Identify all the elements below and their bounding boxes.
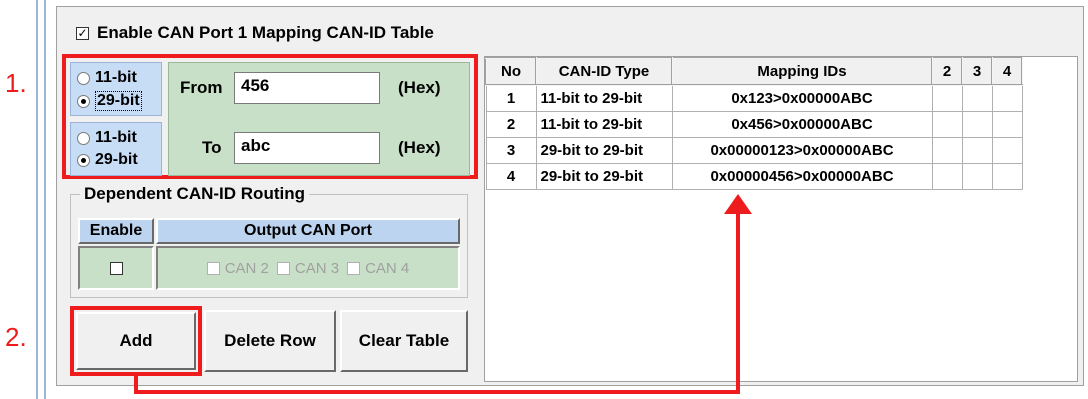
cell-col4[interactable] bbox=[991, 111, 1023, 138]
clear-table-button[interactable]: Clear Table bbox=[340, 310, 468, 372]
arrow-line-up bbox=[736, 206, 740, 394]
can3-option[interactable]: CAN 3 bbox=[276, 259, 340, 277]
cell-col3[interactable] bbox=[961, 163, 993, 190]
annotation-step2: 2. bbox=[5, 322, 27, 352]
cell-can-id-type[interactable]: 11-bit to 29-bit bbox=[535, 84, 673, 112]
radio-button[interactable] bbox=[77, 71, 90, 85]
radio-label: 11-bit bbox=[95, 129, 137, 146]
cell-col4[interactable] bbox=[991, 163, 1023, 190]
cell-col4[interactable] bbox=[991, 84, 1023, 112]
can4-label: CAN 4 bbox=[365, 259, 410, 277]
header-mapping-ids[interactable]: Mapping IDs bbox=[671, 57, 933, 86]
from-radio-11bit[interactable]: 11-bit bbox=[77, 69, 137, 87]
can2-option[interactable]: CAN 2 bbox=[206, 259, 269, 277]
routing-enable-cell bbox=[78, 246, 154, 290]
cell-col4[interactable] bbox=[991, 137, 1023, 164]
cell-no[interactable]: 2 bbox=[485, 111, 537, 138]
window-border-left-inner bbox=[44, 0, 46, 399]
cell-no[interactable]: 3 bbox=[485, 137, 537, 164]
routing-ports-cell: CAN 2 CAN 3 CAN 4 bbox=[156, 246, 460, 290]
radio-label: 29-bit bbox=[95, 151, 138, 168]
table-row[interactable]: 4 29-bit to 29-bit 0x00000456>0x00000ABC bbox=[485, 163, 1023, 190]
radio-label: 11-bit bbox=[95, 69, 137, 86]
checkbox-box[interactable]: ✓ bbox=[76, 26, 89, 40]
cell-no[interactable]: 4 bbox=[485, 163, 537, 190]
table-header-row: No CAN-ID Type Mapping IDs 2 3 4 bbox=[485, 57, 1023, 86]
cell-col2[interactable] bbox=[931, 84, 963, 112]
can3-checkbox[interactable] bbox=[276, 261, 290, 275]
table-row[interactable]: 2 11-bit to 29-bit 0x456>0x00000ABC bbox=[485, 111, 1023, 138]
header-label: Output CAN Port bbox=[244, 222, 372, 239]
mapping-table-area: No CAN-ID Type Mapping IDs 2 3 4 1 11-bit… bbox=[484, 56, 1078, 382]
can2-label: CAN 2 bbox=[224, 259, 269, 277]
cell-can-id-type[interactable]: 11-bit to 29-bit bbox=[535, 111, 673, 138]
cell-mapping-ids[interactable]: 0x00000456>0x00000ABC bbox=[671, 163, 933, 190]
can3-label: CAN 3 bbox=[294, 259, 340, 277]
routing-title: Dependent CAN-ID Routing bbox=[80, 184, 309, 204]
mapping-table: No CAN-ID Type Mapping IDs 2 3 4 1 11-bit… bbox=[485, 57, 1023, 190]
cell-col2[interactable] bbox=[931, 163, 963, 190]
cell-col2[interactable] bbox=[931, 137, 963, 164]
header-no[interactable]: No bbox=[485, 57, 537, 86]
can2-checkbox[interactable] bbox=[206, 261, 220, 275]
to-label: To bbox=[202, 138, 222, 157]
cell-no[interactable]: 1 bbox=[485, 84, 537, 112]
header-col4[interactable]: 4 bbox=[991, 57, 1023, 86]
radio-button-selected[interactable] bbox=[77, 94, 90, 108]
cell-mapping-ids[interactable]: 0x123>0x00000ABC bbox=[671, 84, 933, 112]
cell-col2[interactable] bbox=[931, 111, 963, 138]
arrow-head-icon bbox=[724, 194, 752, 214]
radio-button-selected[interactable] bbox=[77, 153, 90, 167]
to-radio-group: 11-bit 29-bit bbox=[70, 122, 162, 176]
header-can-id-type[interactable]: CAN-ID Type bbox=[535, 57, 673, 86]
from-radio-group: 11-bit 29-bit bbox=[70, 62, 162, 116]
header-label: Enable bbox=[89, 222, 143, 239]
cell-can-id-type[interactable]: 29-bit to 29-bit bbox=[535, 137, 673, 164]
routing-enable-checkbox[interactable] bbox=[109, 261, 123, 275]
cell-can-id-type[interactable]: 29-bit to 29-bit bbox=[535, 163, 673, 190]
cell-mapping-ids[interactable]: 0x456>0x00000ABC bbox=[671, 111, 933, 138]
can4-checkbox[interactable] bbox=[347, 261, 361, 275]
to-radio-11bit[interactable]: 11-bit bbox=[77, 129, 137, 147]
add-button-highlight bbox=[70, 306, 202, 376]
cell-col3[interactable] bbox=[961, 84, 993, 112]
table-row[interactable]: 3 29-bit to 29-bit 0x00000123>0x00000ABC bbox=[485, 137, 1023, 164]
from-unit-label: (Hex) bbox=[398, 78, 441, 97]
radio-button[interactable] bbox=[77, 131, 90, 145]
arrow-line-horizontal bbox=[134, 390, 740, 394]
to-radio-29bit[interactable]: 29-bit bbox=[77, 151, 138, 169]
can4-option[interactable]: CAN 4 bbox=[347, 260, 409, 277]
from-radio-29bit[interactable]: 29-bit bbox=[77, 91, 142, 111]
cell-col3[interactable] bbox=[961, 137, 993, 164]
header-col2[interactable]: 2 bbox=[931, 57, 963, 86]
cell-mapping-ids[interactable]: 0x00000123>0x00000ABC bbox=[671, 137, 933, 164]
from-hex-input[interactable]: 456 bbox=[234, 72, 380, 104]
enable-table-checkbox[interactable]: ✓ Enable CAN Port 1 Mapping CAN-ID Table bbox=[76, 23, 434, 42]
to-unit-label: (Hex) bbox=[398, 138, 441, 157]
to-hex-input[interactable]: abc bbox=[234, 132, 380, 164]
table-row[interactable]: 1 11-bit to 29-bit 0x123>0x00000ABC bbox=[485, 84, 1023, 112]
routing-enable-header: Enable bbox=[78, 218, 154, 244]
radio-label: 29-bit bbox=[95, 91, 142, 111]
routing-output-header: Output CAN Port bbox=[156, 218, 460, 244]
header-col3[interactable]: 3 bbox=[961, 57, 993, 86]
enable-table-label: Enable CAN Port 1 Mapping CAN-ID Table bbox=[97, 23, 434, 42]
cell-col3[interactable] bbox=[961, 111, 993, 138]
from-label: From bbox=[180, 78, 223, 97]
delete-row-button[interactable]: Delete Row bbox=[204, 310, 336, 372]
annotation-step1: 1. bbox=[5, 68, 27, 98]
window-border-left bbox=[36, 0, 38, 399]
